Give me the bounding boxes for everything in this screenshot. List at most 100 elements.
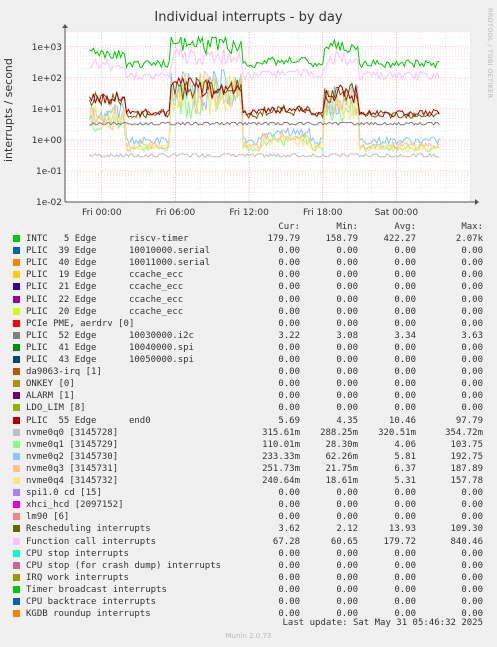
legend-row: PLIC 52 Edge 10030000.i2c 3.22 3.08 3.34 3.6… bbox=[0, 330, 497, 342]
x-tick-label: Fri 12:00 bbox=[229, 208, 269, 218]
legend-column-header: Max: bbox=[461, 222, 483, 232]
legend-swatch bbox=[13, 561, 20, 569]
legend-value-avg: 0.00 bbox=[394, 355, 416, 365]
legend-row: PLIC 43 Edge 10050000.spi 0.00 0.00 0.00 0.0… bbox=[0, 354, 497, 366]
legend-row: CPU stop interrupts 0.00 0.00 0.00 0.00 bbox=[0, 548, 497, 560]
legend-series-name: KGDB roundup interrupts bbox=[26, 609, 151, 620]
legend-value-max: 0.00 bbox=[461, 597, 483, 607]
chart-plot: 1e-02 1e-01 1e+00 1e+01 1e+02 1e+03 Fri 00:00 F… bbox=[32, 24, 479, 218]
legend-row: PLIC 19 Edge ccache_ecc 0.00 0.00 0.00 0.00 bbox=[0, 269, 497, 281]
legend-row: INTC 5 Edge riscv-timer 179.79 158.79 422.2… bbox=[0, 233, 497, 245]
legend-row: spi1.0 cd [15] 0.00 0.00 0.00 0.00 bbox=[0, 487, 497, 499]
legend-value-avg: 0.00 bbox=[394, 500, 416, 511]
legend-value-max: 3.63 bbox=[461, 330, 483, 341]
legend-value-max: 0.00 bbox=[461, 548, 483, 559]
legend-series-name: ONKEY [0] bbox=[26, 379, 75, 390]
legend-value-avg: 422.27 bbox=[383, 234, 416, 244]
legend-swatch bbox=[13, 235, 20, 242]
legend-column-header: Avg: bbox=[394, 222, 416, 232]
legend-swatch bbox=[13, 368, 20, 376]
legend-value-max: 0.00 bbox=[461, 379, 483, 390]
x-tick-label: Sat 00:00 bbox=[375, 208, 419, 218]
legend-swatch bbox=[13, 537, 20, 545]
legend-value-avg: 0.00 bbox=[394, 584, 416, 595]
legend-series-name: Rescheduling interrupts bbox=[26, 524, 151, 535]
legend-value-avg: 0.00 bbox=[394, 342, 416, 353]
legend-series-name: xhci_hcd [2097152] bbox=[26, 500, 124, 511]
legend-series-name: PLIC 39 Edge 10010000.serial bbox=[26, 246, 211, 257]
last-update: Last update: Sat May 31 05:46:32 2025 bbox=[282, 618, 483, 628]
legend-series-name: CPU stop (for crash dump) interrupts bbox=[26, 560, 222, 571]
legend-value-avg: 3.34 bbox=[394, 330, 416, 341]
y-tick-label: 1e+03 bbox=[32, 43, 62, 53]
legend-series-name: IRQ work interrupts bbox=[26, 572, 129, 583]
legend-value-avg: 4.06 bbox=[394, 439, 416, 450]
y-tick-label: 1e+02 bbox=[32, 74, 62, 84]
legend-series-name: PLIC 22 Edge ccache_ecc bbox=[26, 294, 184, 305]
legend-swatch bbox=[13, 416, 20, 424]
legend-swatch bbox=[13, 428, 20, 436]
legend-row: Timer broadcast interrupts 0.00 0.00 0.00 0.… bbox=[0, 584, 497, 596]
legend-row: da9063-irq [1] 0.00 0.00 0.00 0.00 bbox=[0, 366, 497, 378]
legend-swatch bbox=[13, 610, 20, 618]
legend-swatch bbox=[13, 404, 20, 412]
legend-series-name: PCIe PME, aerdrv [0] bbox=[26, 318, 135, 329]
legend-swatch bbox=[13, 477, 20, 484]
legend-value-max: 187.89 bbox=[450, 463, 483, 474]
legend-row: PLIC 39 Edge 10010000.serial 0.00 0.00 0.00… bbox=[0, 245, 497, 257]
legend-row: ALARM [1] 0.00 0.00 0.00 0.00 bbox=[0, 390, 497, 402]
legend-value-max: 0.00 bbox=[461, 403, 483, 414]
legend-value-avg: 0.00 bbox=[394, 403, 416, 414]
legend-swatch bbox=[13, 392, 20, 400]
legend-row: nvme0q2 [3145730] 233.33m 62.26m 5.81 192.75 bbox=[0, 451, 497, 463]
legend-series-name: PLIC 41 Edge 10040000.spi bbox=[26, 342, 194, 353]
legend-row: PLIC 22 Edge ccache_ecc 0.00 0.00 0.00 0.00 bbox=[0, 294, 497, 306]
legend-value-avg: 0.00 bbox=[394, 258, 416, 269]
y-tick-label: 1e+00 bbox=[32, 136, 63, 146]
legend-value-max: 0.00 bbox=[461, 512, 483, 523]
legend-series-name: spi1.0 cd [15] bbox=[26, 488, 102, 499]
legend-value-avg: 10.46 bbox=[388, 415, 416, 426]
legend-swatch bbox=[13, 307, 20, 315]
legend-series-name: CPU stop interrupts bbox=[26, 548, 129, 559]
legend-value-avg: 0.00 bbox=[394, 282, 416, 293]
legend-value-avg: 0.00 bbox=[394, 548, 416, 559]
legend-series-name: INTC 5 Edge riscv-timer bbox=[26, 234, 189, 244]
legend-row: IRQ work interrupts 0.00 0.00 0.00 0.00 bbox=[0, 572, 497, 584]
legend-row: xhci_hcd [2097152] 0.00 0.00 0.00 0.00 bbox=[0, 499, 497, 511]
plot-background bbox=[65, 32, 470, 202]
legend-row: PLIC 20 Edge ccache_ecc 0.00 0.00 0.00 0.00 bbox=[0, 306, 497, 318]
legend-value-avg: 0.00 bbox=[394, 512, 416, 523]
legend-swatch bbox=[13, 525, 20, 533]
legend-swatch bbox=[13, 247, 20, 255]
legend-value-avg: 0.00 bbox=[394, 294, 416, 305]
legend-value-max: 0.00 bbox=[461, 246, 483, 257]
legend-value-avg: 13.93 bbox=[388, 524, 416, 535]
legend-series-name: PLIC 43 Edge 10050000.spi bbox=[26, 355, 194, 365]
legend-series-name: Timer broadcast interrupts bbox=[26, 584, 167, 595]
y-tick-label: 1e+01 bbox=[32, 105, 62, 115]
legend-value-avg: 0.00 bbox=[394, 391, 416, 402]
legend-swatch bbox=[13, 283, 20, 291]
x-tick-label: Fri 18:00 bbox=[303, 208, 343, 218]
legend-value-avg: 0.00 bbox=[394, 270, 416, 281]
legend-value-max: 103.75 bbox=[450, 439, 483, 450]
legend-value-max: 0.00 bbox=[461, 294, 483, 305]
legend-value-max: 109.30 bbox=[450, 524, 483, 535]
legend-series-name: lm90 [6] bbox=[26, 512, 70, 523]
legend-value-avg: 320.51m bbox=[378, 427, 416, 438]
legend-row: PLIC 40 Edge 10011000.serial 0.00 0.00 0.00… bbox=[0, 257, 497, 269]
legend-value-max: 0.00 bbox=[461, 584, 483, 595]
legend-swatch bbox=[13, 380, 20, 388]
legend-value-max: 0.00 bbox=[461, 318, 483, 329]
legend-series-name: PLIC 40 Edge 10011000.serial bbox=[26, 258, 211, 269]
legend-series-name: PLIC 21 Edge ccache_ecc bbox=[26, 282, 184, 293]
legend-series-name: PLIC 19 Edge ccache_ecc bbox=[26, 270, 184, 281]
legend-value-avg: 0.00 bbox=[394, 306, 416, 317]
legend-swatch bbox=[13, 573, 20, 581]
legend-series-name: PLIC 52 Edge 10030000.i2c bbox=[26, 330, 194, 341]
legend-value-max: 0.00 bbox=[461, 572, 483, 583]
legend-swatch bbox=[13, 513, 20, 521]
legend-header: Cur: Min: Avg: Max: bbox=[0, 221, 497, 233]
y-axis-arrow bbox=[62, 24, 68, 28]
